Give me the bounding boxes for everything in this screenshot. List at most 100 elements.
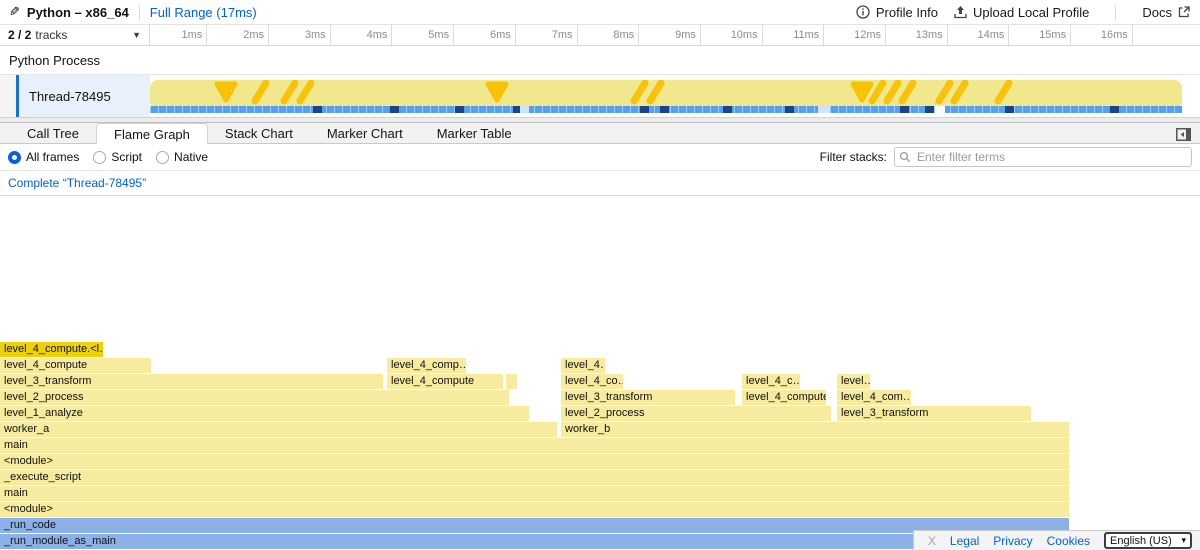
flame-block[interactable]: level_4_c… <box>742 374 800 389</box>
language-value: English (US) <box>1110 535 1172 547</box>
ruler-tick: 16ms <box>1068 25 1133 45</box>
flame-block[interactable]: <module> <box>0 454 1069 469</box>
ruler-tick: 10ms <box>698 25 763 45</box>
track-markers-svg <box>150 80 1182 106</box>
timeline-ruler[interactable]: 1ms2ms3ms4ms5ms6ms7ms8ms9ms10ms11ms12ms1… <box>150 25 1200 45</box>
tab-stack-chart[interactable]: Stack Chart <box>208 123 310 143</box>
ruler-tick: 14ms <box>944 25 1009 45</box>
cpu-mark-dark <box>925 106 934 113</box>
flame-block[interactable]: <module> <box>0 502 1069 517</box>
marker-slash-icon <box>300 83 311 101</box>
flame-block[interactable]: level_4… <box>561 358 605 373</box>
filter-input[interactable] <box>894 147 1192 167</box>
ruler-tick: 3ms <box>266 25 331 45</box>
flame-block[interactable]: level_1_analyze <box>0 406 529 421</box>
ruler-tick: 11ms <box>759 25 824 45</box>
footer-link-cookies[interactable]: Cookies <box>1047 534 1090 548</box>
tab-marker-table[interactable]: Marker Table <box>420 123 529 143</box>
tab-marker-chart[interactable]: Marker Chart <box>310 123 420 143</box>
ruler-tick: 7ms <box>513 25 578 45</box>
tab-flame-graph[interactable]: Flame Graph <box>96 123 208 144</box>
radio-group: All frames Script Native <box>8 150 208 164</box>
flame-block[interactable]: level_2_process <box>0 390 509 405</box>
footer: X Legal Privacy Cookies English (US) ▾ <box>913 530 1200 550</box>
docs-button[interactable]: Docs <box>1142 5 1190 20</box>
language-select[interactable]: English (US) ▾ <box>1104 532 1192 549</box>
footer-link-legal[interactable]: Legal <box>950 534 979 548</box>
process-track-header[interactable]: Python Process <box>0 46 1200 75</box>
profiler-app: ✎ Python – x86_64 Full Range (17ms) Prof… <box>0 0 1200 550</box>
sidebar-toggle-button[interactable] <box>1174 126 1192 142</box>
tracks-dropdown[interactable]: 2 / 2 tracks ▼ <box>0 25 150 45</box>
profile-title: Python – x86_64 <box>27 5 129 20</box>
chevron-down-icon: ▾ <box>1181 535 1186 546</box>
flame-block[interactable]: main <box>0 486 1069 501</box>
radio-script[interactable]: Script <box>93 150 142 164</box>
cpu-mark-dark <box>640 106 649 113</box>
marker-slash-icon <box>284 83 295 101</box>
profile-info-label: Profile Info <box>876 5 938 20</box>
flame-block[interactable] <box>506 374 517 389</box>
marker-band <box>150 80 1182 106</box>
thread-track-canvas[interactable] <box>150 75 1182 117</box>
edit-pencil-icon[interactable]: ✎ <box>9 4 20 20</box>
docs-label: Docs <box>1142 5 1172 20</box>
radio-all-frames[interactable]: All frames <box>8 150 79 164</box>
cpu-mark-dark <box>455 106 464 113</box>
flame-block[interactable]: _run_module_as_main <box>0 534 1069 549</box>
flame-block[interactable]: level_4_compute <box>742 390 826 405</box>
cpu-mark-dark <box>1005 106 1014 113</box>
flame-block[interactable]: worker_b <box>561 422 1069 437</box>
cpu-mark-light <box>520 106 529 113</box>
flame-block[interactable]: level… <box>837 374 870 389</box>
flame-block[interactable]: level_4_compute <box>387 374 503 389</box>
ruler-tick: 13ms <box>883 25 948 45</box>
marker-slash-icon <box>255 83 266 101</box>
info-icon <box>856 5 870 19</box>
flame-block[interactable]: _run_code <box>0 518 1069 533</box>
marker-slash-icon <box>939 83 950 101</box>
radio-icon <box>93 151 106 164</box>
top-bar-actions: Profile Info Upload Local Profile Docs <box>856 5 1200 20</box>
search-icon <box>899 151 911 163</box>
process-label: Python Process <box>9 53 100 68</box>
breadcrumb[interactable]: Complete “Thread-78495” <box>8 176 146 190</box>
marker-slash-icon <box>650 83 661 101</box>
flame-block[interactable]: level_4_comp… <box>387 358 466 373</box>
thread-name: Thread-78495 <box>29 89 111 104</box>
flame-block[interactable]: level_3_transform <box>0 374 383 389</box>
divider <box>139 5 140 20</box>
chevron-down-icon[interactable]: ▼ <box>132 30 141 40</box>
flame-block[interactable]: level_3_transform <box>837 406 1031 421</box>
profile-info-button[interactable]: Profile Info <box>856 5 938 20</box>
ruler-tick: 15ms <box>1006 25 1071 45</box>
cpu-mark-dark <box>390 106 399 113</box>
ruler-tick: 5ms <box>389 25 454 45</box>
marker-slash-icon <box>887 83 898 101</box>
footer-link-x[interactable]: X <box>928 534 936 548</box>
full-range-button[interactable]: Full Range (17ms) <box>150 5 257 20</box>
flame-block[interactable]: _execute_script <box>0 470 1069 485</box>
flame-block[interactable]: level_4_compute <box>0 358 151 373</box>
marker-triangle-icon <box>853 84 871 100</box>
radio-icon <box>8 151 21 164</box>
footer-link-privacy[interactable]: Privacy <box>993 534 1032 548</box>
panel-settings: All frames Script Native Filter stacks: <box>0 144 1200 171</box>
flame-block[interactable]: level_2_process <box>561 406 831 421</box>
radio-label: Script <box>111 150 142 164</box>
flame-block[interactable]: level_3_transform <box>561 390 735 405</box>
upload-icon <box>954 5 967 19</box>
cpu-mark-dark <box>900 106 909 113</box>
radio-native[interactable]: Native <box>156 150 208 164</box>
flame-block[interactable]: worker_a <box>0 422 557 437</box>
flame-block[interactable]: level_4_com… <box>837 390 911 405</box>
divider <box>1115 5 1116 20</box>
timeline-header: 2 / 2 tracks ▼ 1ms2ms3ms4ms5ms6ms7ms8ms9… <box>0 25 1200 46</box>
flame-block[interactable]: main <box>0 438 1069 453</box>
tab-call-tree[interactable]: Call Tree <box>10 123 96 143</box>
upload-profile-button[interactable]: Upload Local Profile <box>954 5 1089 20</box>
thread-track-label[interactable]: Thread-78495 <box>19 75 150 117</box>
flame-block[interactable]: level_4_co… <box>561 374 623 389</box>
filter-area: Filter stacks: <box>820 147 1192 167</box>
flame-block[interactable]: level_4_compute.<l… <box>0 342 103 357</box>
